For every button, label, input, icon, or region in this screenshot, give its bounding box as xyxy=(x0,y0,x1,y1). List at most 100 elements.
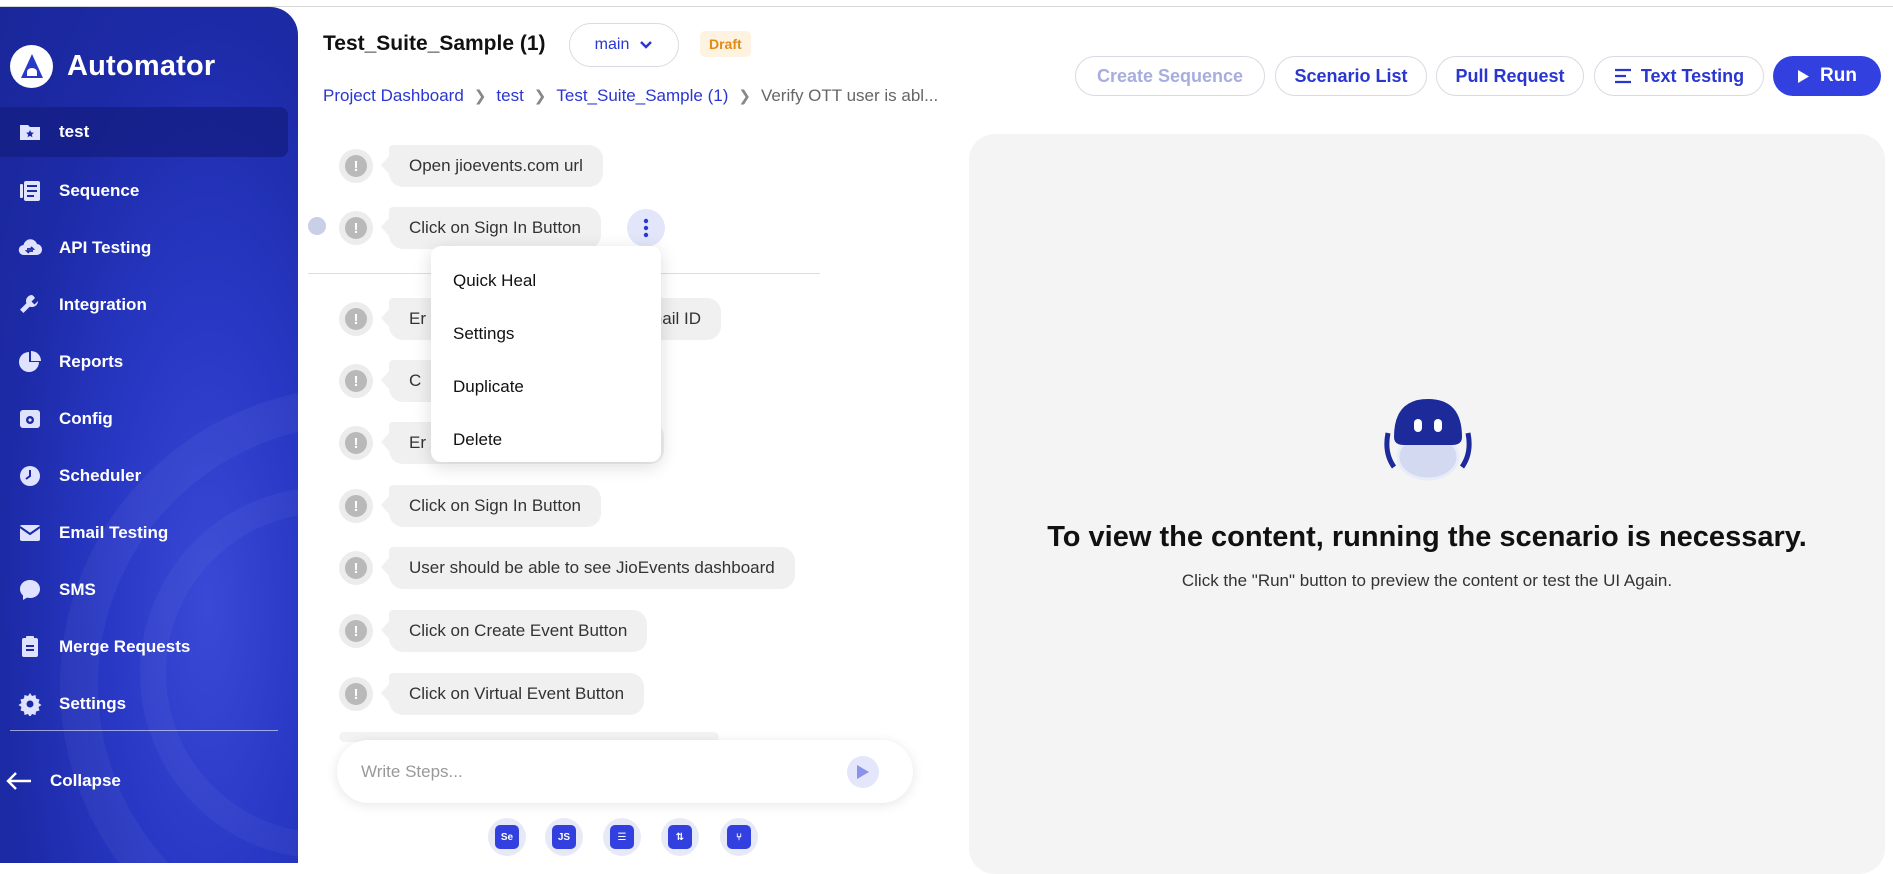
warning-icon: ! xyxy=(339,677,373,711)
sidebar-item-integration[interactable]: Integration xyxy=(0,276,298,333)
step-item[interactable]: ! Click on Sign In Button xyxy=(339,205,601,251)
step-text-start: Er xyxy=(409,309,426,328)
folder-star-icon xyxy=(18,120,42,144)
share-button[interactable]: ⑂ xyxy=(720,818,758,856)
collapse-label: Collapse xyxy=(50,771,121,790)
sidebar-item-reports[interactable]: Reports xyxy=(0,333,298,390)
chevron-right-icon: ❯ xyxy=(738,88,751,105)
sidebar-item-settings[interactable]: Settings xyxy=(0,675,298,732)
preview-title: To view the content, running the scenari… xyxy=(1047,521,1807,553)
write-steps-input[interactable] xyxy=(361,761,831,782)
cloud-upload-button[interactable]: ⇅ xyxy=(661,818,699,856)
clipboard-icon xyxy=(18,635,42,659)
warning-icon: ! xyxy=(339,489,373,523)
step-text: Click on Create Event Button xyxy=(380,610,648,652)
breadcrumb-test[interactable]: test xyxy=(496,86,523,106)
config-icon xyxy=(18,407,42,431)
sidebar-item-label: SMS xyxy=(59,579,96,599)
cloud-upload-icon: ⇅ xyxy=(668,825,692,849)
selenium-icon: Se xyxy=(495,825,519,849)
mail-icon xyxy=(18,521,42,545)
sidebar-item-sms[interactable]: SMS xyxy=(0,561,298,618)
sidebar-item-label: Settings xyxy=(59,693,127,713)
sequence-icon xyxy=(18,179,42,203)
step-item[interactable]: ! Click on Create Event Button xyxy=(339,608,648,654)
chat-bubble-icon xyxy=(18,578,42,602)
run-button[interactable]: Run xyxy=(1773,56,1881,96)
page-title: Test_Suite_Sample (1) xyxy=(323,32,546,55)
warning-icon: ! xyxy=(339,551,373,585)
sidebar-item-scheduler[interactable]: Scheduler xyxy=(0,447,298,504)
warning-icon: ! xyxy=(339,426,373,460)
sidebar-item-sequence[interactable]: Sequence xyxy=(0,162,298,219)
sidebar-item-email-testing[interactable]: Email Testing xyxy=(0,504,298,561)
collapse-button[interactable]: Collapse xyxy=(6,769,121,793)
clock-icon xyxy=(18,464,42,488)
pull-request-button[interactable]: Pull Request xyxy=(1436,56,1584,96)
sidebar-item-label: Sequence xyxy=(59,180,140,200)
share-icon: ⑂ xyxy=(727,825,751,849)
sidebar-item-test[interactable]: test xyxy=(0,107,288,157)
list-add-icon: ☰ xyxy=(610,825,634,849)
preview-panel xyxy=(969,134,1885,874)
chevron-right-icon: ❯ xyxy=(533,88,547,105)
wrench-icon xyxy=(18,293,42,317)
selenium-button[interactable]: Se xyxy=(488,818,526,856)
pie-chart-icon xyxy=(18,350,42,374)
gear-icon xyxy=(18,692,42,716)
step-item[interactable]: ! Click on Sign In Button xyxy=(339,483,601,529)
play-icon xyxy=(1798,69,1810,83)
list-add-button[interactable]: ☰ xyxy=(603,818,641,856)
step-context-menu: Quick Heal Settings Duplicate Delete xyxy=(431,246,661,462)
more-options-button[interactable] xyxy=(627,209,665,247)
automator-logo-icon xyxy=(10,45,53,88)
sidebar-item-config[interactable]: Config xyxy=(0,390,298,447)
javascript-icon: JS xyxy=(552,825,576,849)
step-text: Click on Sign In Button xyxy=(381,207,601,249)
breadcrumb-current: Verify OTT user is abl... xyxy=(760,86,939,105)
step-item[interactable]: ! User should be able to see JioEvents d… xyxy=(339,545,795,591)
sidebar-item-merge-requests[interactable]: Merge Requests xyxy=(0,618,298,675)
step-composer xyxy=(337,740,913,803)
chevron-right-icon: ❯ xyxy=(473,88,487,105)
sidebar-item-label: Config xyxy=(59,408,113,428)
scenario-list-button[interactable]: Scenario List xyxy=(1275,56,1427,96)
step-text: Click on Virtual Event Button xyxy=(380,673,645,715)
breadcrumb: Project Dashboard ❯ test ❯ Test_Suite_Sa… xyxy=(323,86,938,106)
chevron-down-icon xyxy=(640,41,653,49)
create-sequence-button[interactable]: Create Sequence xyxy=(1075,56,1265,96)
step-text: Open jioevents.com url xyxy=(381,145,603,187)
warning-icon: ! xyxy=(339,149,373,183)
menu-item-delete[interactable]: Delete xyxy=(431,413,661,466)
step-item[interactable]: ! Open jioevents.com url xyxy=(339,143,603,189)
top-border xyxy=(0,0,1893,7)
warning-icon: ! xyxy=(339,211,373,245)
breadcrumb-suite[interactable]: Test_Suite_Sample (1) xyxy=(556,86,728,106)
send-button[interactable] xyxy=(847,756,879,788)
step-item[interactable]: ! Click on Virtual Event Button xyxy=(339,671,645,717)
warning-icon: ! xyxy=(339,614,373,648)
step-text: Click on Sign In Button xyxy=(381,485,601,527)
sidebar-item-label: Integration xyxy=(59,294,147,314)
sidebar-divider xyxy=(10,730,278,731)
robot-icon xyxy=(1384,399,1472,481)
step-drag-handle[interactable] xyxy=(308,217,326,235)
status-badge: Draft xyxy=(700,31,751,57)
sidebar: Automator test Sequence API Testing Inte… xyxy=(0,7,298,863)
text-testing-button[interactable]: Text Testing xyxy=(1594,56,1764,96)
menu-item-quick-heal[interactable]: Quick Heal xyxy=(431,254,661,307)
breadcrumb-project-dashboard[interactable]: Project Dashboard xyxy=(323,86,464,106)
sidebar-item-label: Merge Requests xyxy=(59,636,191,656)
branch-dropdown[interactable]: main xyxy=(569,23,679,67)
warning-icon: ! xyxy=(339,302,373,336)
javascript-button[interactable]: JS xyxy=(545,818,583,856)
text-testing-label: Text Testing xyxy=(1640,65,1745,86)
sidebar-item-label: API Testing xyxy=(59,237,152,257)
brand[interactable]: Automator xyxy=(10,45,215,88)
warning-icon: ! xyxy=(339,364,373,398)
sidebar-item-api-testing[interactable]: API Testing xyxy=(0,219,298,276)
menu-item-duplicate[interactable]: Duplicate xyxy=(431,360,661,413)
kebab-icon xyxy=(643,218,649,238)
menu-item-settings[interactable]: Settings xyxy=(431,307,661,360)
preview-subtitle: Click the "Run" button to preview the co… xyxy=(1181,571,1673,590)
